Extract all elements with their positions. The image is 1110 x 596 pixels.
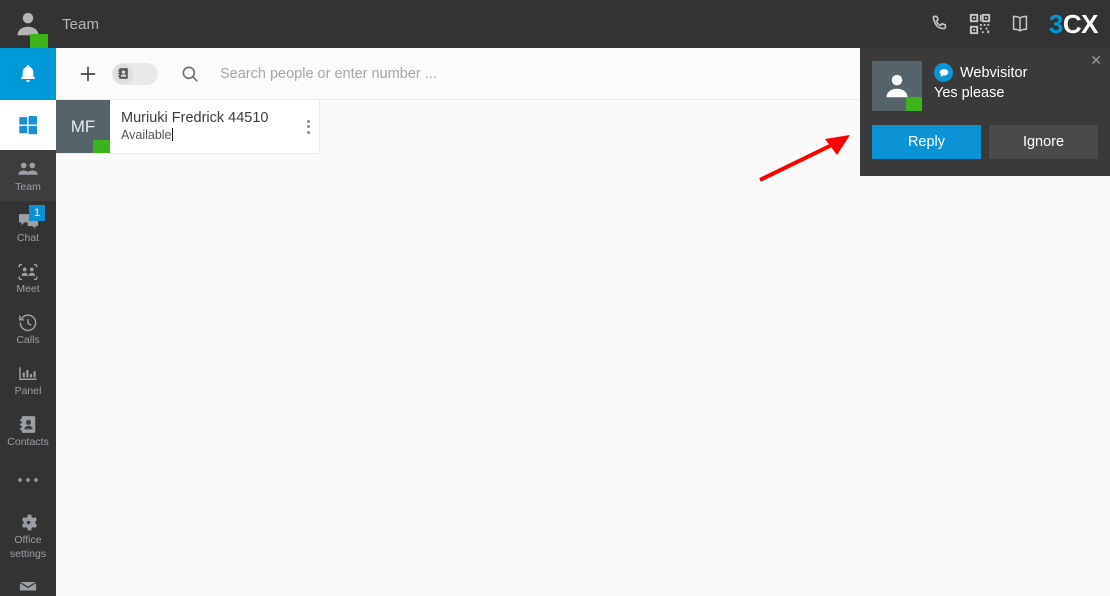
sidebar-item-chat[interactable]: 1 Chat — [0, 201, 56, 252]
sidebar-item-panel[interactable]: Panel — [0, 354, 56, 405]
user-status-indicator — [30, 34, 48, 48]
sidebar-item-team[interactable]: Team — [0, 150, 56, 201]
search-icon[interactable] — [170, 56, 210, 92]
table-row[interactable]: MF Muriuki Fredrick 44510 Available — [56, 100, 320, 154]
status-badge — [93, 140, 110, 153]
avatar: MF — [56, 100, 110, 153]
sidebar-item-calls[interactable]: Calls — [0, 303, 56, 354]
notification-status-indicator — [906, 97, 922, 111]
meet-icon — [18, 264, 38, 280]
header-actions: 3 CX — [929, 9, 1110, 40]
gear-icon — [21, 514, 37, 531]
notification-text: Webvisitor Yes please — [922, 61, 1027, 111]
sidebar-item-office-settings[interactable]: Office settings — [0, 504, 56, 566]
phone-icon[interactable] — [929, 13, 951, 35]
sidebar-item-label: Office — [14, 533, 42, 546]
user-avatar[interactable] — [0, 0, 56, 48]
sidebar-item-label: Team — [15, 180, 41, 193]
sidebar-item-label: Meet — [16, 282, 40, 295]
bell-icon — [21, 65, 35, 83]
logo-3: 3 — [1048, 8, 1063, 39]
page-title: Team — [62, 15, 100, 33]
calls-icon — [19, 314, 37, 332]
contact-status: Available — [121, 128, 172, 142]
notification-actions: Reply Ignore — [860, 111, 1110, 159]
sidebar-item-apps[interactable]: Apps — [0, 566, 56, 596]
contact-name: Muriuki Fredrick 44510 — [121, 110, 269, 126]
contacts-toggle[interactable] — [112, 62, 158, 85]
sidebar-item-meet[interactable]: Meet — [0, 252, 56, 303]
sidebar-item-label: Chat — [16, 231, 40, 244]
contacts-book-icon — [117, 68, 128, 79]
sidebar-item-label: Panel — [14, 384, 42, 397]
app-window: Team 3 CX Team 1 Chat Meet Calls Panel C… — [0, 0, 1110, 596]
top-header: Team 3 CX — [0, 0, 1110, 48]
apps-icon — [18, 581, 38, 591]
notification-popup: ✕ Webvisitor Yes please Reply Ignore — [860, 48, 1110, 176]
plus-icon — [80, 66, 96, 81]
avatar-initials: MF — [70, 116, 96, 136]
sidebar-item-windows[interactable] — [0, 100, 56, 150]
team-icon — [18, 162, 38, 175]
text-cursor — [171, 128, 173, 141]
notification-avatar — [872, 61, 922, 111]
sidebar-item-more[interactable] — [0, 456, 56, 504]
notification-header: Webvisitor Yes please — [860, 48, 1110, 111]
chat-bubble-icon — [934, 63, 953, 82]
sidebar-item-label: Contacts — [7, 436, 49, 449]
chat-unread-badge: 1 — [29, 205, 45, 221]
add-button[interactable] — [70, 56, 106, 92]
manual-book-icon[interactable] — [1009, 13, 1031, 35]
left-sidebar: Team 1 Chat Meet Calls Panel Contacts Of… — [0, 48, 56, 596]
contact-menu-button[interactable] — [307, 119, 310, 134]
sidebar-item-contacts[interactable]: Contacts — [0, 405, 56, 456]
kebab-menu-icon — [307, 125, 310, 128]
sidebar-item-notifications[interactable] — [0, 48, 56, 100]
contact-status-wrap[interactable]: Available — [121, 127, 319, 144]
kebab-menu-icon — [307, 130, 310, 134]
more-dots-icon — [26, 478, 30, 482]
logo-cx: CX — [1062, 8, 1099, 39]
reply-button[interactable]: Reply — [872, 125, 981, 159]
notification-title: Webvisitor — [960, 64, 1028, 81]
contacts-icon — [19, 416, 35, 434]
more-dots-icon — [18, 478, 22, 482]
more-dots-icon — [34, 478, 38, 482]
windows-icon — [19, 116, 37, 135]
notification-message: Yes please — [934, 85, 1005, 101]
sidebar-item-label-2: settings — [9, 547, 47, 560]
sidebar-item-label: Calls — [16, 333, 40, 346]
qr-code-icon[interactable] — [969, 13, 991, 35]
close-icon[interactable]: ✕ — [1090, 53, 1102, 67]
contacts-toggle-knob — [113, 63, 133, 84]
contact-info: Muriuki Fredrick 44510 Available — [110, 100, 319, 153]
ignore-button[interactable]: Ignore — [989, 125, 1098, 159]
magnifier-icon — [182, 66, 198, 82]
kebab-menu-icon — [307, 119, 310, 123]
3cx-logo: 3 CX — [1048, 8, 1099, 40]
panel-icon — [19, 367, 37, 380]
